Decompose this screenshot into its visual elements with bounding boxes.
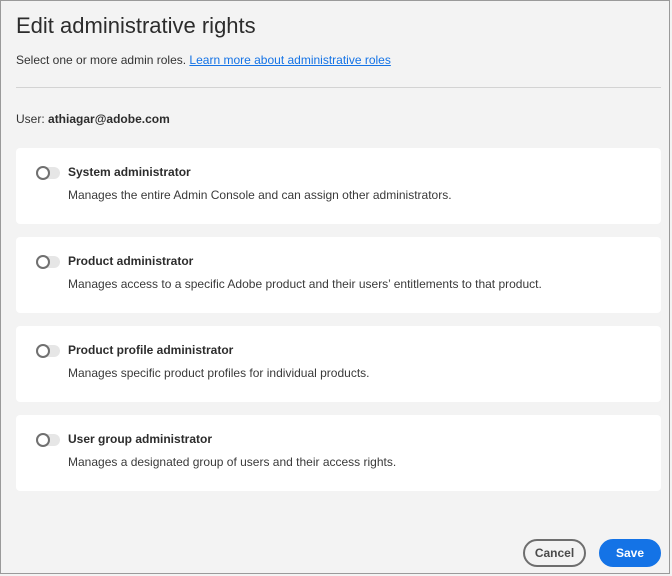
- role-description: Manages access to a specific Adobe produ…: [68, 277, 542, 291]
- toggle-knob: [36, 344, 50, 358]
- learn-more-link[interactable]: Learn more about administrative roles: [189, 53, 390, 67]
- role-card-system-administrator: System administrator Manages the entire …: [16, 148, 661, 224]
- role-title: System administrator: [68, 165, 191, 179]
- save-button[interactable]: Save: [599, 539, 661, 567]
- user-group-administrator-toggle[interactable]: [36, 433, 60, 447]
- role-description: Manages the entire Admin Console and can…: [68, 188, 452, 202]
- role-card-product-profile-administrator: Product profile administrator Manages sp…: [16, 326, 661, 402]
- role-title: Product profile administrator: [68, 343, 234, 357]
- user-label: User:: [16, 112, 49, 126]
- role-card-product-administrator: Product administrator Manages access to …: [16, 237, 661, 313]
- role-card-user-group-administrator: User group administrator Manages a desig…: [16, 415, 661, 491]
- subtitle-text: Select one or more admin roles.: [16, 53, 190, 67]
- toggle-knob: [36, 166, 50, 180]
- divider: [16, 87, 661, 88]
- role-title: Product administrator: [68, 254, 194, 268]
- toggle-knob: [36, 255, 50, 269]
- role-description: Manages specific product profiles for in…: [68, 366, 370, 380]
- cancel-button[interactable]: Cancel: [523, 539, 586, 567]
- user-email: athiagar@adobe.com: [48, 112, 170, 126]
- system-administrator-toggle[interactable]: [36, 166, 60, 180]
- toggle-knob: [36, 433, 50, 447]
- edit-admin-rights-dialog: Edit administrative rights Select one or…: [0, 0, 670, 574]
- role-title: User group administrator: [68, 432, 213, 446]
- user-line: User: athiagar@adobe.com: [16, 112, 170, 126]
- product-administrator-toggle[interactable]: [36, 255, 60, 269]
- dialog-subtitle: Select one or more admin roles. Learn mo…: [16, 53, 391, 67]
- product-profile-administrator-toggle[interactable]: [36, 344, 60, 358]
- dialog-title: Edit administrative rights: [16, 13, 256, 38]
- role-description: Manages a designated group of users and …: [68, 455, 397, 469]
